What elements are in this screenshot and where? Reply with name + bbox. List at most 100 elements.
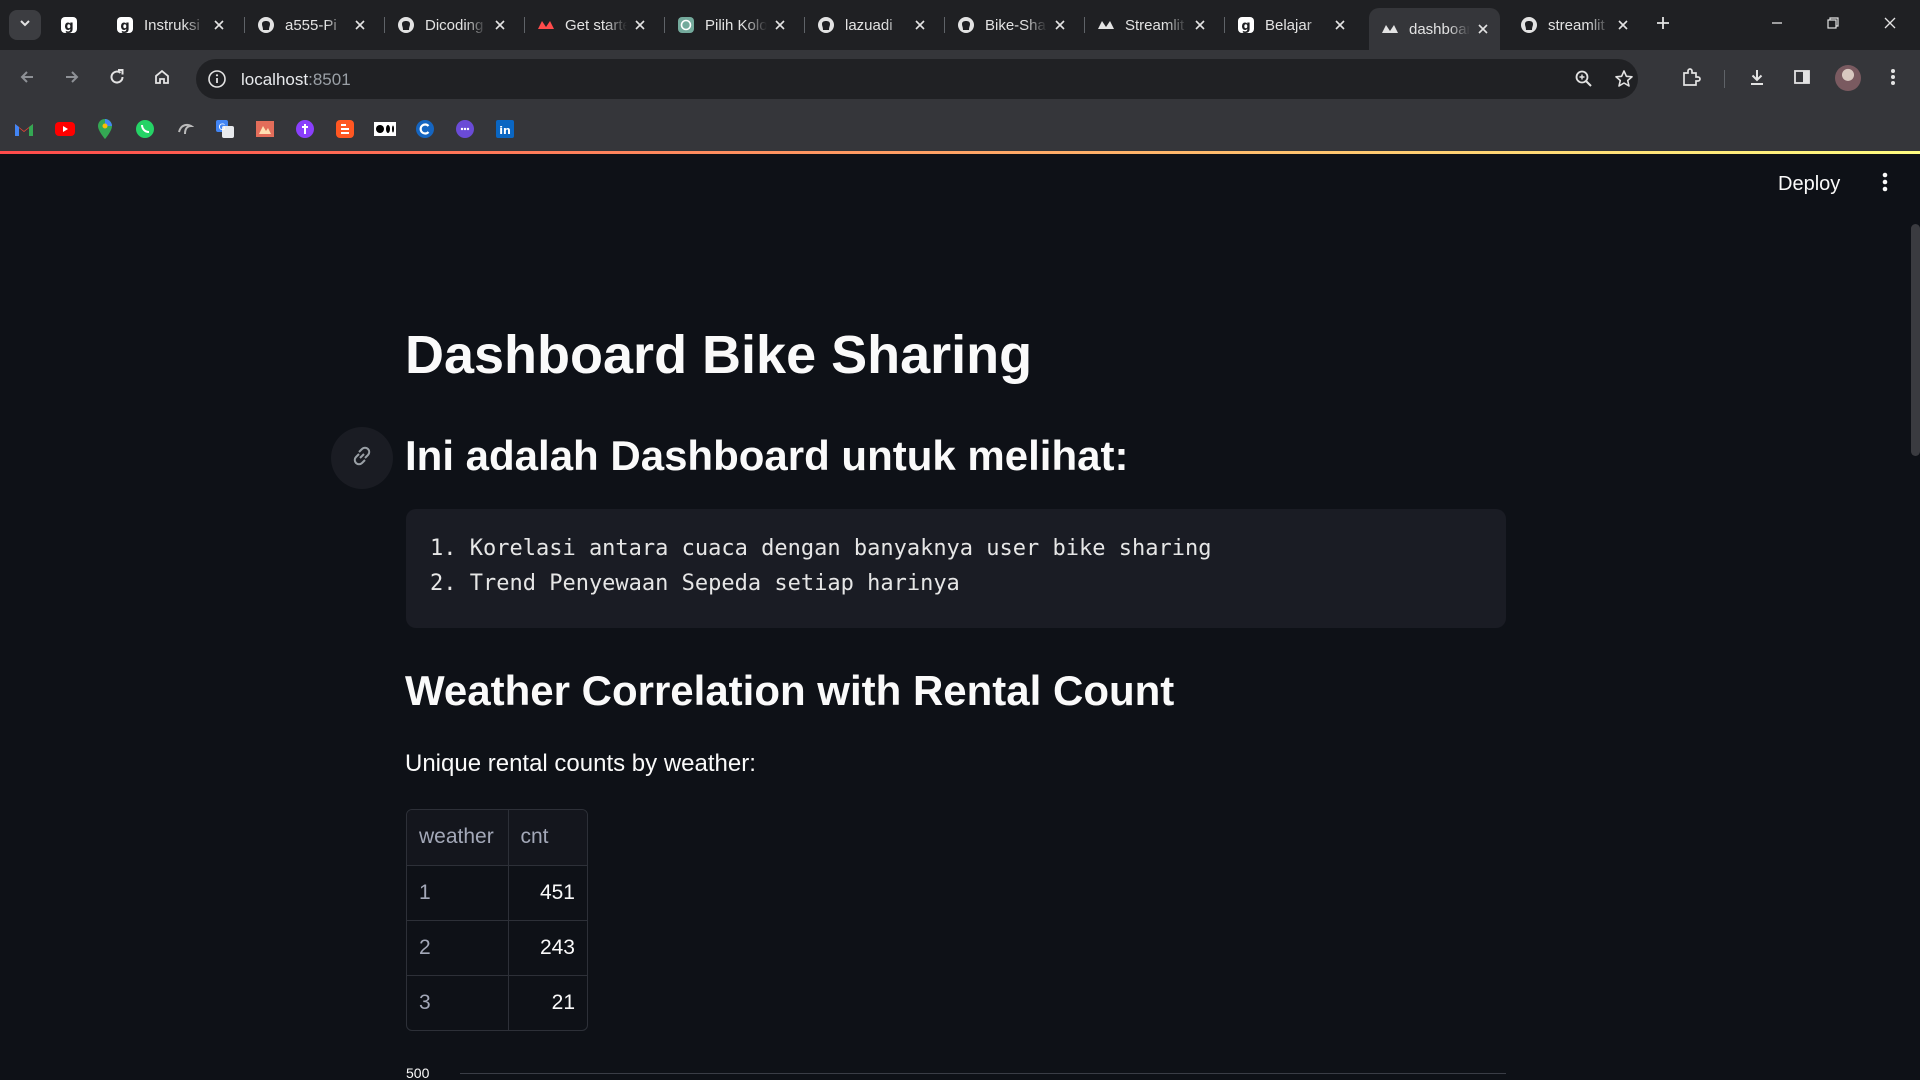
table-row[interactable]: 2 243 [407, 920, 587, 976]
linkedin-icon[interactable]: in [494, 118, 516, 140]
maps-icon[interactable] [94, 118, 116, 140]
code-line: 1. Korelasi antara cuaca dengan banyakny… [430, 536, 1212, 561]
extensions-button[interactable] [1675, 63, 1707, 95]
gitbook-icon: g [60, 16, 78, 34]
deploy-button[interactable]: Deploy [1764, 168, 1854, 200]
translate-icon[interactable]: G [214, 118, 236, 140]
table-row[interactable]: 3 21 [407, 975, 587, 1030]
browser-menu-button[interactable] [1877, 63, 1909, 95]
streamlit-app: Deploy Dashboard Bike Sharing Ini adalah… [0, 154, 1920, 1080]
github-icon [1520, 16, 1538, 34]
arrow-left-icon [18, 68, 36, 91]
whatsapp-icon[interactable] [134, 118, 156, 140]
canva-icon[interactable] [414, 118, 436, 140]
tab-title: Pilih Kolom [705, 16, 767, 34]
tab-pinned-gitbook[interactable]: g [60, 9, 90, 41]
gmail-icon[interactable] [13, 118, 35, 140]
blogger-icon[interactable] [334, 118, 356, 140]
downloads-button[interactable] [1741, 63, 1773, 95]
code-block: 1. Korelasi antara cuaca dengan banyakny… [406, 509, 1506, 628]
section-header: Weather Correlation with Rental Count [405, 667, 1175, 714]
medium-icon[interactable] [374, 118, 396, 140]
column-header-weather[interactable]: weather [407, 810, 509, 866]
bookmark-icon[interactable] [294, 118, 316, 140]
more-vert-icon [1890, 67, 1896, 92]
main-menu-button[interactable] [1870, 169, 1900, 199]
forward-button[interactable] [56, 63, 88, 95]
tab-lazuadi[interactable]: lazuadi [805, 9, 937, 41]
close-icon[interactable] [491, 16, 509, 34]
tab-get-started[interactable]: Get started [525, 9, 657, 41]
tab-title: a555-Pi [285, 16, 337, 34]
close-icon[interactable] [1331, 16, 1349, 34]
code-line: 2. Trend Penyewaan Sepeda setiap harinya [430, 571, 960, 596]
table-cell-weather[interactable]: 1 [407, 865, 509, 921]
gitbook-icon: g [1237, 16, 1255, 34]
tab-streamlit[interactable]: Streamlit [1085, 9, 1217, 41]
header-anchor-link[interactable] [331, 427, 393, 489]
chatgpt-icon [677, 16, 695, 34]
gitbook-icon: g [116, 16, 134, 34]
close-icon[interactable] [351, 16, 369, 34]
bookmark-icon[interactable] [254, 118, 276, 140]
tab-bike-sharing[interactable]: Bike-Sharing [945, 9, 1077, 41]
chart-gridline [460, 1073, 1506, 1074]
streamlit-icon [537, 16, 555, 34]
window-close-button[interactable] [1873, 10, 1907, 40]
github-icon [397, 16, 415, 34]
tab-a555[interactable]: a555-Pi [245, 9, 377, 41]
chart-top-edge: 500 [406, 1065, 1506, 1080]
bookmarks-bar: G in [0, 107, 1920, 151]
zoom-icon[interactable] [1573, 68, 1595, 90]
side-panel-button[interactable] [1786, 63, 1818, 95]
table-cell-weather[interactable]: 2 [407, 920, 509, 976]
youtube-icon[interactable] [54, 118, 76, 140]
table-cell-cnt[interactable]: 21 [508, 975, 587, 1030]
close-icon[interactable] [1051, 16, 1069, 34]
home-button[interactable] [146, 63, 178, 95]
new-tab-button[interactable] [1651, 13, 1675, 37]
close-icon[interactable] [1474, 20, 1492, 38]
table-row[interactable]: 1 451 [407, 865, 587, 921]
url-port: :8501 [308, 70, 351, 89]
bookmark-icon[interactable] [174, 118, 196, 140]
table-cell-weather[interactable]: 3 [407, 975, 509, 1030]
close-icon[interactable] [1191, 16, 1209, 34]
restore-button[interactable] [1816, 10, 1850, 40]
reload-button[interactable] [101, 63, 133, 95]
tab-belajar[interactable]: g Belajar [1225, 9, 1357, 41]
close-icon[interactable] [771, 16, 789, 34]
info-icon[interactable] [206, 68, 228, 90]
tab-dicoding[interactable]: Dicoding [385, 9, 517, 41]
svg-text:g: g [1241, 19, 1250, 34]
close-icon[interactable] [631, 16, 649, 34]
bookmark-icon[interactable] [454, 118, 476, 140]
home-icon [153, 68, 171, 91]
tab-pilih-kolom[interactable]: Pilih Kolom [665, 9, 797, 41]
star-icon[interactable] [1613, 68, 1635, 90]
y-tick-label: 500 [406, 1065, 430, 1080]
tab-search-button[interactable] [9, 10, 41, 40]
back-button[interactable] [11, 63, 43, 95]
close-icon[interactable] [1614, 16, 1632, 34]
table-cell-cnt[interactable]: 451 [508, 865, 587, 921]
close-icon[interactable] [911, 16, 929, 34]
minimize-button[interactable] [1760, 10, 1794, 40]
more-vert-icon [1882, 171, 1888, 198]
profile-avatar[interactable] [1835, 65, 1861, 91]
scrollbar-thumb[interactable] [1911, 224, 1920, 456]
subheader: Ini adalah Dashboard untuk melihat: [405, 432, 1129, 479]
rental-count-table[interactable]: weather cnt 1 451 2 243 3 21 [406, 809, 588, 1031]
tab-dashboard-active[interactable]: dashboard [1369, 8, 1500, 50]
address-bar[interactable]: localhost:8501 [196, 59, 1638, 99]
github-icon [257, 16, 275, 34]
browser-toolbar: localhost:8501 [0, 50, 1920, 107]
tab-streamlit-github[interactable]: streamlit [1508, 9, 1640, 41]
table-cell-cnt[interactable]: 243 [508, 920, 587, 976]
tab-instruksi[interactable]: g Instruksi [104, 9, 236, 41]
reload-icon [108, 68, 126, 91]
close-icon[interactable] [210, 16, 228, 34]
plus-icon [1655, 15, 1671, 36]
url-text[interactable]: localhost:8501 [241, 70, 351, 90]
column-header-cnt[interactable]: cnt [508, 810, 587, 866]
